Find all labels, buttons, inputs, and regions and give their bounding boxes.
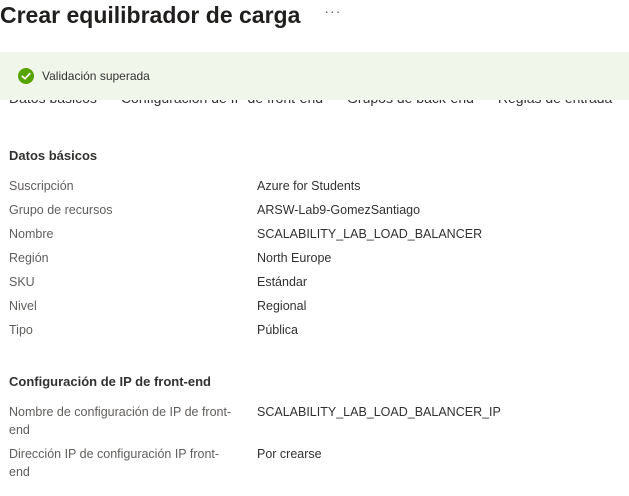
summary-row: Suscripción Azure for Students: [9, 177, 619, 195]
summary-row: Nivel Regional: [9, 297, 619, 315]
row-value: Regional: [257, 299, 307, 313]
row-label-line: Nombre de configuración de IP de front-: [9, 405, 232, 419]
summary-row: Nombre de configuración de IP de front- …: [9, 403, 619, 439]
row-value: North Europe: [257, 251, 332, 265]
row-value: Estándar: [257, 275, 308, 289]
row-label: Dirección IP de configuración IP front- …: [9, 445, 249, 481]
row-label: Suscripción: [9, 179, 74, 193]
section-title-frontend: Configuración de IP de front-end: [9, 374, 211, 389]
section-title-basics: Datos básicos: [9, 148, 98, 163]
row-label: Grupo de recursos: [9, 203, 113, 217]
row-value: SCALABILITY_LAB_LOAD_BALANCER: [257, 227, 483, 241]
row-value: Por crearse: [257, 447, 322, 461]
summary-row: Región North Europe: [9, 249, 619, 267]
summary-row: SKU Estándar: [9, 273, 619, 291]
row-value: Pública: [257, 323, 298, 337]
validation-banner: Validación superada: [0, 52, 629, 100]
row-value: SCALABILITY_LAB_LOAD_BALANCER_IP: [257, 405, 501, 419]
summary-row: Tipo Pública: [9, 321, 619, 339]
row-value: Azure for Students: [257, 179, 361, 193]
summary-row: Dirección IP de configuración IP front- …: [9, 445, 619, 481]
row-label: Nombre de configuración de IP de front- …: [9, 403, 249, 439]
page: Crear equilibrador de carga ··· Datos bá…: [0, 0, 629, 496]
row-label: Tipo: [9, 323, 33, 337]
row-value: ARSW-Lab9-GomezSantiago: [257, 203, 421, 217]
validation-message: Validación superada: [42, 69, 150, 83]
summary-row: Grupo de recursos ARSW-Lab9-GomezSantiag…: [9, 201, 619, 219]
row-label-line: end: [9, 423, 30, 437]
more-options-button[interactable]: ···: [324, 4, 341, 18]
summary-row: Nombre SCALABILITY_LAB_LOAD_BALANCER: [9, 225, 619, 243]
row-label: Nombre: [9, 227, 54, 241]
row-label: SKU: [9, 275, 35, 289]
check-circle-icon: [18, 68, 34, 84]
row-label: Nivel: [9, 299, 37, 313]
row-label-line: end: [9, 465, 30, 479]
row-label: Región: [9, 251, 49, 265]
title-row: Crear equilibrador de carga ···: [0, 0, 341, 30]
page-title: Crear equilibrador de carga: [0, 2, 301, 28]
row-label-line: Dirección IP de configuración IP front-: [9, 447, 220, 461]
